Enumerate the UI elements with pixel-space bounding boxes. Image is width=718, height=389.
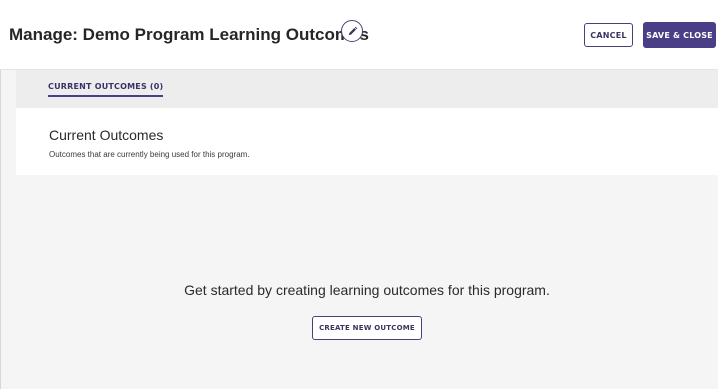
header-bar: Manage: Demo Program Learning Outcomes C… [0, 0, 718, 70]
tab-current-outcomes[interactable]: CURRENT OUTCOMES (0) [48, 82, 164, 97]
current-outcomes-section: Current Outcomes Outcomes that are curre… [16, 108, 718, 175]
tab-bar: CURRENT OUTCOMES (0) [16, 70, 718, 108]
section-description: Outcomes that are currently being used f… [49, 150, 250, 159]
empty-state: Get started by creating learning outcome… [16, 175, 718, 389]
section-title: Current Outcomes [49, 127, 164, 143]
edit-title-button[interactable] [341, 20, 363, 42]
cancel-button[interactable]: CANCEL [584, 23, 633, 47]
pencil-icon [348, 26, 357, 35]
create-new-outcome-button[interactable]: CREATE NEW OUTCOME [312, 316, 422, 340]
save-and-close-button[interactable]: SAVE & CLOSE [643, 22, 716, 48]
empty-state-message: Get started by creating learning outcome… [184, 282, 550, 298]
page-title: Manage: Demo Program Learning Outcomes [9, 25, 369, 44]
